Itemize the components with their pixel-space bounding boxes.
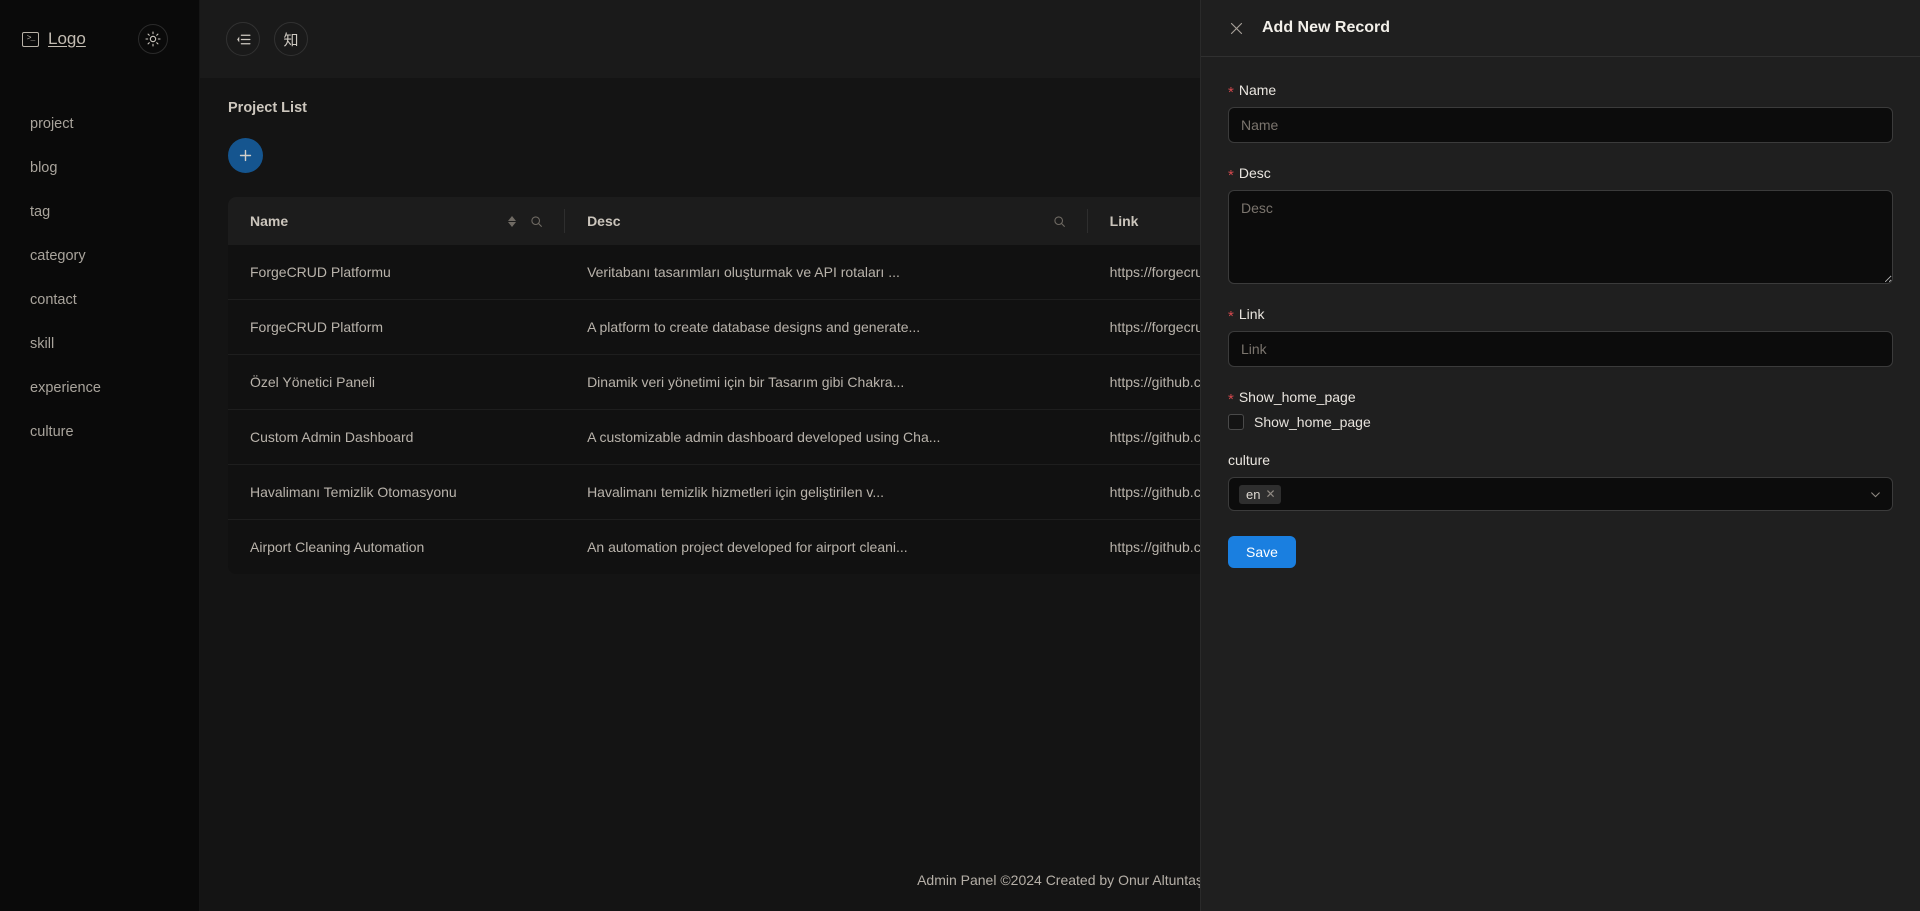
sidebar-item-culture[interactable]: culture [0, 410, 199, 454]
sidebar-item-label: contact [30, 292, 77, 308]
sidebar-item-label: tag [30, 204, 51, 220]
sidebar: >_ Logo project blog tag category contac… [0, 0, 200, 911]
sidebar-item-label: category [30, 248, 86, 264]
cell-desc: An automation project developed for airp… [587, 539, 908, 555]
required-asterisk: * [1228, 166, 1234, 184]
sidebar-item-project[interactable]: project [0, 102, 199, 146]
label-text: Show_home_page [1238, 389, 1356, 405]
sidebar-item-blog[interactable]: blog [0, 146, 199, 190]
checkbox-label: Show_home_page [1254, 414, 1371, 430]
field-label-show-home-page: * Show_home_page [1228, 389, 1893, 408]
footer-text: Admin Panel ©2024 Created by Onur Altunt… [917, 872, 1203, 888]
sidebar-item-label: blog [30, 160, 58, 176]
field-show-home-page: * Show_home_page Show_home_page [1228, 389, 1893, 430]
sidebar-item-category[interactable]: category [0, 234, 199, 278]
required-asterisk: * [1228, 390, 1234, 408]
theme-toggle-button[interactable] [137, 24, 168, 54]
column-header-name: Name [228, 197, 566, 245]
save-button[interactable]: Save [1228, 536, 1296, 568]
brand-name: Logo [48, 29, 86, 48]
show-home-page-checkbox[interactable] [1228, 414, 1244, 430]
culture-select[interactable]: en ✕ [1228, 477, 1893, 511]
culture-tag-label: en [1246, 486, 1261, 502]
column-header-desc: Desc [565, 197, 1088, 245]
sidebar-collapse-button[interactable] [226, 22, 260, 56]
sidebar-nav: project blog tag category contact skill … [0, 102, 199, 454]
menu-indent-icon [236, 34, 250, 44]
label-text: Desc [1238, 165, 1271, 181]
cell-name: ForgeCRUD Platform [228, 299, 566, 355]
sidebar-item-contact[interactable]: contact [0, 278, 199, 322]
sun-icon [145, 31, 161, 47]
language-switch-button[interactable]: 知 [274, 22, 308, 56]
link-input[interactable] [1228, 331, 1893, 367]
culture-tag: en ✕ [1239, 484, 1281, 504]
cell-name: ForgeCRUD Platformu [228, 245, 566, 300]
cell-desc: Dinamik veri yönetimi için bir Tasarım g… [565, 354, 1088, 410]
label-text: culture [1228, 452, 1271, 468]
cell-desc: Havalimanı temizlik hizmetleri için geli… [565, 464, 1088, 520]
app-root: >_ Logo project blog tag category contac… [0, 0, 1920, 911]
column-label: Name [250, 213, 289, 229]
cell-desc: A customizable admin dashboard developed… [565, 409, 1088, 465]
sidebar-item-experience[interactable]: experience [0, 366, 199, 410]
plus-icon [239, 149, 252, 162]
sidebar-item-label: skill [30, 336, 55, 352]
terminal-icon: >_ [22, 31, 39, 47]
field-label-link: * Link [1228, 306, 1893, 325]
drawer-header: Add New Record [1201, 0, 1920, 57]
close-small-icon[interactable]: ✕ [1265, 488, 1275, 500]
sidebar-item-label: culture [30, 424, 74, 440]
field-label-name: * Name [1228, 82, 1893, 101]
cell-name: Custom Admin Dashboard [228, 409, 566, 465]
show-home-page-checkbox-row[interactable]: Show_home_page [1228, 414, 1893, 430]
field-label-desc: * Desc [1228, 165, 1893, 184]
sidebar-header: >_ Logo [0, 0, 199, 78]
column-label: Desc [587, 213, 621, 229]
required-asterisk: * [1228, 307, 1234, 325]
add-record-drawer: Add New Record * Name * Desc * [1200, 0, 1920, 911]
sidebar-item-tag[interactable]: tag [0, 190, 199, 234]
label-text: Link [1238, 306, 1265, 322]
cell-desc: Veritabanı tasarımları oluşturmak ve API… [565, 245, 1088, 300]
drawer-title: Add New Record [1262, 19, 1391, 36]
sort-icon[interactable] [508, 215, 517, 227]
add-record-button[interactable] [228, 138, 263, 173]
field-link: * Link [1228, 306, 1893, 367]
cell-name: Airport Cleaning Automation [250, 539, 425, 555]
drawer-body: * Name * Desc * Link [1201, 57, 1920, 911]
name-input[interactable] [1228, 107, 1893, 143]
culture-selected-tags: en ✕ [1239, 484, 1869, 504]
chevron-down-icon[interactable] [1869, 488, 1882, 501]
brand-logo[interactable]: >_ Logo [22, 29, 86, 49]
field-name: * Name [1228, 82, 1893, 143]
required-asterisk: * [1228, 83, 1234, 101]
search-icon[interactable] [1053, 215, 1066, 228]
field-desc: * Desc [1228, 165, 1893, 284]
sidebar-item-label: experience [30, 380, 101, 396]
close-icon[interactable] [1228, 20, 1245, 37]
field-label-culture: culture [1228, 452, 1893, 468]
field-culture: culture en ✕ [1228, 452, 1893, 511]
cell-desc: A platform to create database designs an… [565, 299, 1088, 355]
sidebar-item-skill[interactable]: skill [0, 322, 199, 366]
cell-name: Özel Yönetici Paneli [228, 354, 566, 410]
desc-textarea[interactable] [1228, 190, 1893, 284]
sidebar-item-label: project [30, 116, 74, 132]
label-text: Name [1238, 82, 1277, 98]
cell-name: Havalimanı Temizlik Otomasyonu [228, 464, 566, 520]
search-icon[interactable] [530, 215, 543, 228]
language-icon: 知 [283, 31, 299, 49]
